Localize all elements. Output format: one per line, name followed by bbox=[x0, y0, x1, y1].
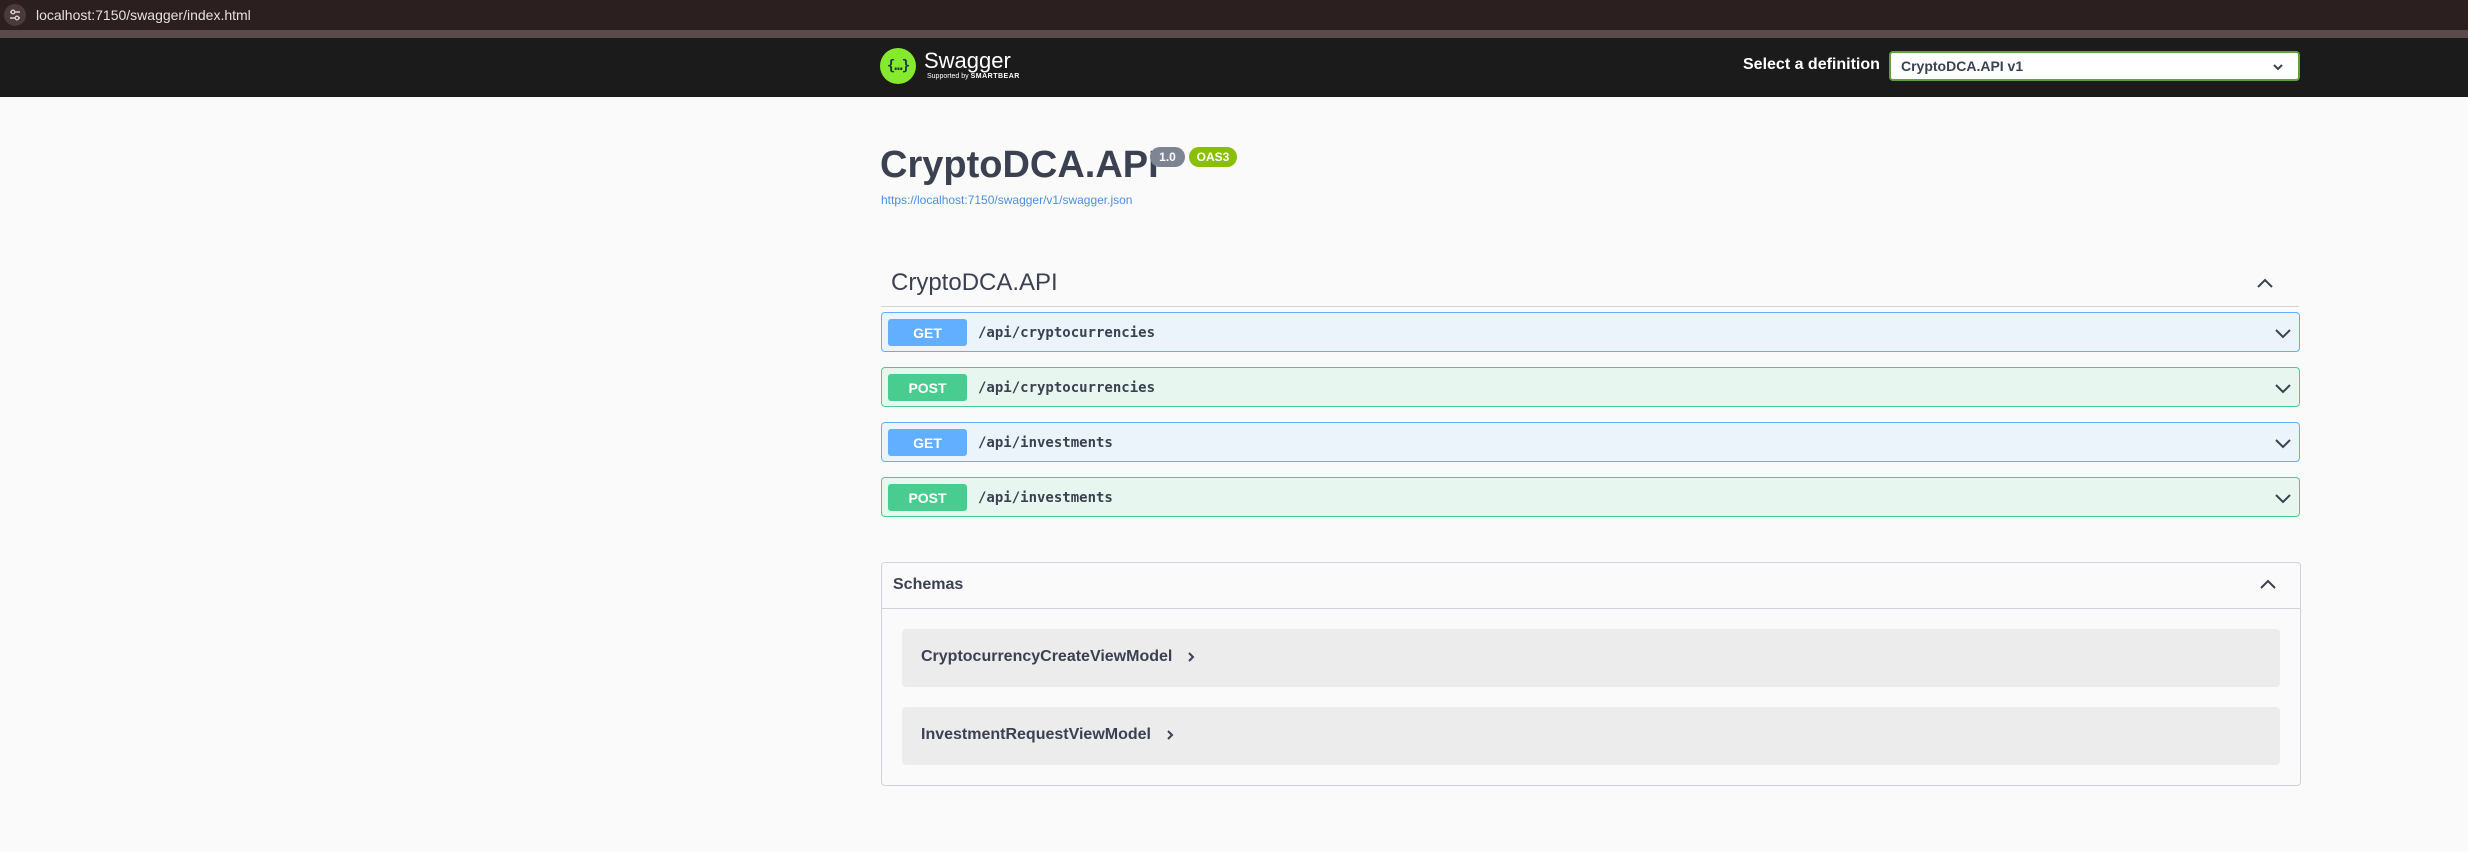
chevron-down-icon bbox=[2272, 60, 2284, 76]
method-badge: GET bbox=[888, 319, 967, 346]
swagger-logo[interactable]: {…} Swagger Supported by SMARTBEAR bbox=[880, 48, 1020, 84]
method-badge: POST bbox=[888, 374, 967, 401]
browser-divider bbox=[0, 30, 2468, 38]
logo-subtext: Supported by SMARTBEAR bbox=[927, 73, 1020, 80]
operation-path: /api/cryptocurrencies bbox=[978, 380, 1156, 396]
browser-address-bar: localhost:7150/swagger/index.html bbox=[0, 0, 2468, 30]
spec-json-link[interactable]: https://localhost:7150/swagger/v1/swagge… bbox=[881, 193, 1132, 207]
model-cryptocurrency-create[interactable]: CryptocurrencyCreateViewModel bbox=[902, 629, 2280, 687]
chevron-up-icon[interactable] bbox=[2255, 274, 2275, 299]
operation-get-cryptocurrencies[interactable]: GET /api/cryptocurrencies bbox=[881, 312, 2300, 352]
model-name: InvestmentRequestViewModel bbox=[921, 726, 1175, 744]
api-title: CryptoDCA.API bbox=[880, 144, 1159, 186]
chevron-right-icon bbox=[1167, 730, 1174, 740]
address-url[interactable]: localhost:7150/swagger/index.html bbox=[36, 7, 251, 23]
schemas-label: Schemas bbox=[893, 576, 964, 593]
operation-path: /api/investments bbox=[978, 435, 1113, 451]
definition-select[interactable]: CryptoDCA.API v1 bbox=[1889, 51, 2300, 81]
chevron-up-icon[interactable] bbox=[2258, 575, 2278, 600]
definition-selected-value: CryptoDCA.API v1 bbox=[1901, 58, 2024, 74]
operation-path: /api/investments bbox=[978, 490, 1113, 506]
definition-label: Select a definition bbox=[1743, 56, 1880, 73]
method-badge: GET bbox=[888, 429, 967, 456]
chevron-down-icon[interactable] bbox=[2273, 488, 2293, 513]
swagger-topbar: {…} Swagger Supported by SMARTBEAR Selec… bbox=[0, 38, 2468, 97]
chevron-down-icon[interactable] bbox=[2273, 378, 2293, 403]
logo-text: Swagger bbox=[924, 48, 1011, 73]
oas-badge: OAS3 bbox=[1189, 147, 1237, 167]
version-badge: 1.0 bbox=[1150, 147, 1185, 167]
model-name: CryptocurrencyCreateViewModel bbox=[921, 648, 1196, 666]
model-investment-request[interactable]: InvestmentRequestViewModel bbox=[902, 707, 2280, 765]
operation-post-investments[interactable]: POST /api/investments bbox=[881, 477, 2300, 517]
chevron-down-icon[interactable] bbox=[2273, 323, 2293, 348]
operation-get-investments[interactable]: GET /api/investments bbox=[881, 422, 2300, 462]
schemas-section: Schemas CryptocurrencyCreateViewModel In… bbox=[881, 562, 2301, 786]
operation-path: /api/cryptocurrencies bbox=[978, 325, 1156, 341]
chevron-right-icon bbox=[1188, 652, 1195, 662]
method-badge: POST bbox=[888, 484, 967, 511]
schemas-header[interactable]: Schemas bbox=[882, 563, 2300, 609]
site-info-icon[interactable] bbox=[4, 4, 26, 26]
tag-header[interactable]: CryptoDCA.API bbox=[881, 262, 2299, 307]
swagger-logo-icon: {…} bbox=[880, 48, 916, 84]
operation-post-cryptocurrencies[interactable]: POST /api/cryptocurrencies bbox=[881, 367, 2300, 407]
chevron-down-icon[interactable] bbox=[2273, 433, 2293, 458]
tag-name: CryptoDCA.API bbox=[891, 269, 1058, 296]
